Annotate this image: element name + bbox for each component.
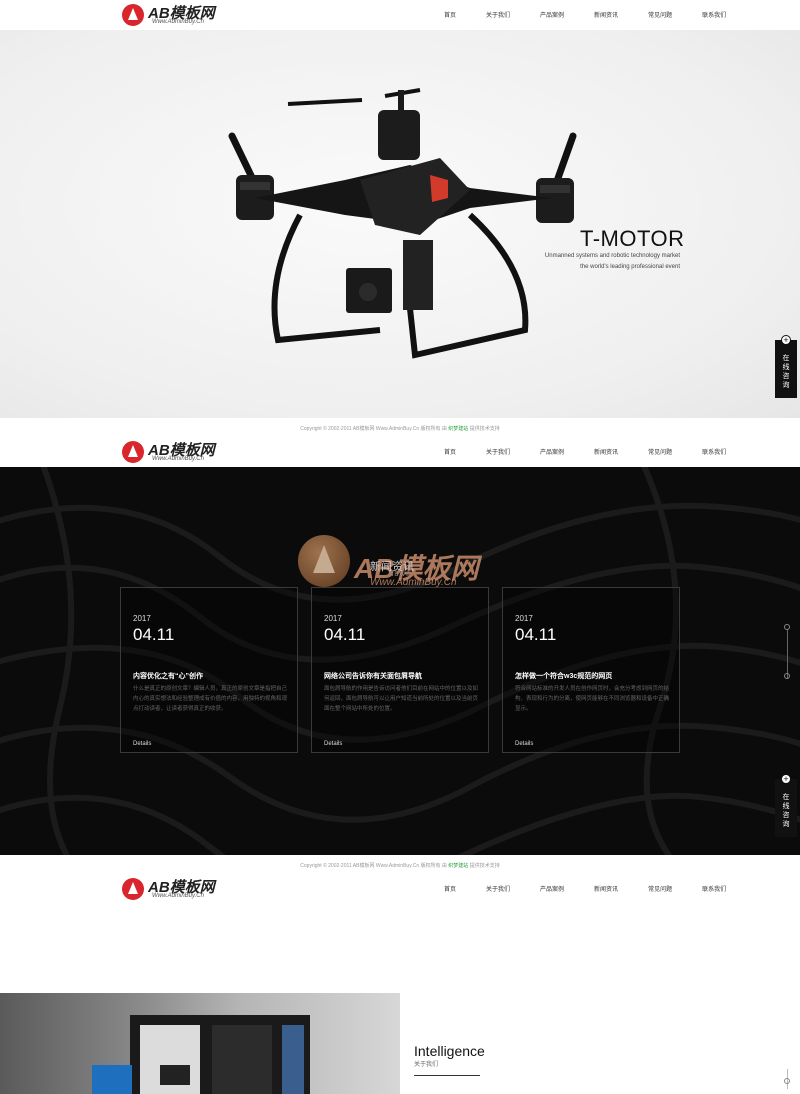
- watermark-logo-icon: [298, 535, 350, 587]
- main-nav: 首页 关于我们 产品案例 新闻资讯 常见问题 联系我们: [444, 884, 756, 893]
- nav-products[interactable]: 产品案例: [540, 884, 564, 893]
- nav-faq[interactable]: 常见问题: [648, 884, 672, 893]
- consult-label-2: 线: [782, 803, 790, 810]
- nav-contact[interactable]: 联系我们: [702, 10, 726, 19]
- card-excerpt: 符合网站标准的开发人员在创作网页时，会充分考虑到网页的结构、表现和行为的分离，使…: [515, 686, 669, 712]
- drone-image: [228, 88, 577, 359]
- plus-icon: +: [781, 774, 791, 784]
- card-excerpt: 面包屑导航的作用是告诉访问者他们目前在网站中的位置以及如何返回，面包屑导航可以让…: [324, 686, 478, 712]
- copyright-text: Copyright © 2002-2011 AB模板网 Www.AdminBuy…: [300, 426, 447, 432]
- news-card[interactable]: 2017 04.11 网络公司告诉你有关面包屑导航 面包屑导航的作用是告诉访问者…: [311, 587, 489, 753]
- nav-about[interactable]: 关于我们: [486, 447, 510, 456]
- online-consult-button[interactable]: + 在 线 咨 询: [775, 335, 797, 398]
- logo-icon: [122, 441, 144, 463]
- nav-news[interactable]: 新闻资讯: [594, 884, 618, 893]
- powered-link[interactable]: 织梦建站: [448, 863, 468, 869]
- pager-dot[interactable]: [784, 624, 790, 630]
- pager-track: [787, 629, 788, 679]
- pager-dot[interactable]: [784, 673, 790, 679]
- feature-title: Intelligence: [414, 1043, 485, 1059]
- pager-dot[interactable]: [784, 1078, 790, 1084]
- feature-subtitle: 关于我们: [414, 1062, 439, 1068]
- divider: [414, 1075, 480, 1076]
- nav-about[interactable]: 关于我们: [486, 884, 510, 893]
- logo[interactable]: AB模板网 Www.AdminBuy.Cn: [122, 2, 232, 28]
- card-date: 04.11: [324, 625, 366, 644]
- nav-contact[interactable]: 联系我们: [702, 884, 726, 893]
- plus-icon: +: [781, 335, 791, 345]
- card-year: 2017: [133, 614, 151, 623]
- news-card[interactable]: 2017 04.11 内容优化之有“心”创作 什么是真正的原创文章？编辑人员，真…: [120, 587, 298, 753]
- nav-home[interactable]: 首页: [444, 10, 456, 19]
- main-nav: 首页 关于我们 产品案例 新闻资讯 常见问题 联系我们: [444, 447, 756, 456]
- consult-label-2: 线: [782, 364, 790, 371]
- consult-label-4: 询: [782, 821, 790, 828]
- nav-news[interactable]: 新闻资讯: [594, 447, 618, 456]
- news-section: AB模板网 Www.AdminBuy.Cn 新闻资讯 NEWS 2017 04.…: [0, 467, 800, 855]
- support-text: 提供技术支持: [469, 426, 500, 432]
- card-date: 04.11: [515, 625, 557, 644]
- card-details-link[interactable]: Details: [324, 741, 342, 747]
- nav-home[interactable]: 首页: [444, 884, 456, 893]
- header-3: AB模板网 Www.AdminBuy.Cn 首页 关于我们 产品案例 新闻资讯 …: [0, 874, 800, 904]
- powered-link[interactable]: 织梦建站: [448, 426, 468, 432]
- main-nav: 首页 关于我们 产品案例 新闻资讯 常见问题 联系我们: [444, 10, 756, 19]
- card-title[interactable]: 网络公司告诉你有关面包屑导航: [324, 671, 422, 681]
- card-title[interactable]: 内容优化之有“心”创作: [133, 671, 203, 681]
- nav-products[interactable]: 产品案例: [540, 447, 564, 456]
- online-consult-button[interactable]: + 在 线 咨 询: [775, 774, 797, 837]
- news-card[interactable]: 2017 04.11 怎样做一个符合w3c规范的网页 符合网站标准的开发人员在创…: [502, 587, 680, 753]
- card-title[interactable]: 怎样做一个符合w3c规范的网页: [515, 671, 612, 681]
- card-year: 2017: [515, 614, 533, 623]
- logo[interactable]: AB模板网 Www.AdminBuy.Cn: [122, 876, 232, 902]
- machine-image: [0, 993, 400, 1094]
- nav-about[interactable]: 关于我们: [486, 10, 510, 19]
- logo-domain: Www.AdminBuy.Cn: [152, 19, 204, 25]
- support-text: 提供技术支持: [469, 863, 500, 869]
- nav-news[interactable]: 新闻资讯: [594, 10, 618, 19]
- logo[interactable]: AB模板网 Www.AdminBuy.Cn: [122, 439, 232, 465]
- hero-desc-line-2: the world's leading professional event: [580, 264, 680, 270]
- card-details-link[interactable]: Details: [515, 741, 533, 747]
- nav-contact[interactable]: 联系我们: [702, 447, 726, 456]
- header-1: AB模板网 Www.AdminBuy.Cn 首页 关于我们 产品案例 新闻资讯 …: [0, 0, 800, 30]
- nav-faq[interactable]: 常见问题: [648, 10, 672, 19]
- feature-section: Intelligence 关于我们: [0, 993, 800, 1094]
- consult-label-4: 询: [782, 382, 790, 389]
- logo-domain: Www.AdminBuy.Cn: [152, 893, 204, 899]
- nav-faq[interactable]: 常见问题: [648, 447, 672, 456]
- consult-label-3: 咨: [782, 373, 790, 380]
- consult-label-1: 在: [782, 355, 790, 362]
- logo-icon: [122, 878, 144, 900]
- nav-home[interactable]: 首页: [444, 447, 456, 456]
- header-2: AB模板网 Www.AdminBuy.Cn 首页 关于我们 产品案例 新闻资讯 …: [0, 437, 800, 467]
- card-details-link[interactable]: Details: [133, 741, 151, 747]
- card-year: 2017: [324, 614, 342, 623]
- logo-domain: Www.AdminBuy.Cn: [152, 456, 204, 462]
- hero-banner: T-MOTOR Unmanned systems and robotic tec…: [0, 30, 800, 418]
- consult-label-3: 咨: [782, 812, 790, 819]
- consult-label-1: 在: [782, 794, 790, 801]
- card-date: 04.11: [133, 625, 175, 644]
- hero-title: T-MOTOR: [580, 226, 685, 251]
- logo-icon: [122, 4, 144, 26]
- card-excerpt: 什么是真正的原创文章？编辑人员，真正的原创文章是指把自己内心的真实想法和经验整理…: [133, 686, 287, 712]
- copyright-text: Copyright © 2002-2011 AB模板网 Www.AdminBuy…: [300, 863, 447, 869]
- hero-desc-line-1: Unmanned systems and robotic technology …: [544, 253, 680, 259]
- section-subtitle: NEWS: [389, 572, 411, 578]
- nav-products[interactable]: 产品案例: [540, 10, 564, 19]
